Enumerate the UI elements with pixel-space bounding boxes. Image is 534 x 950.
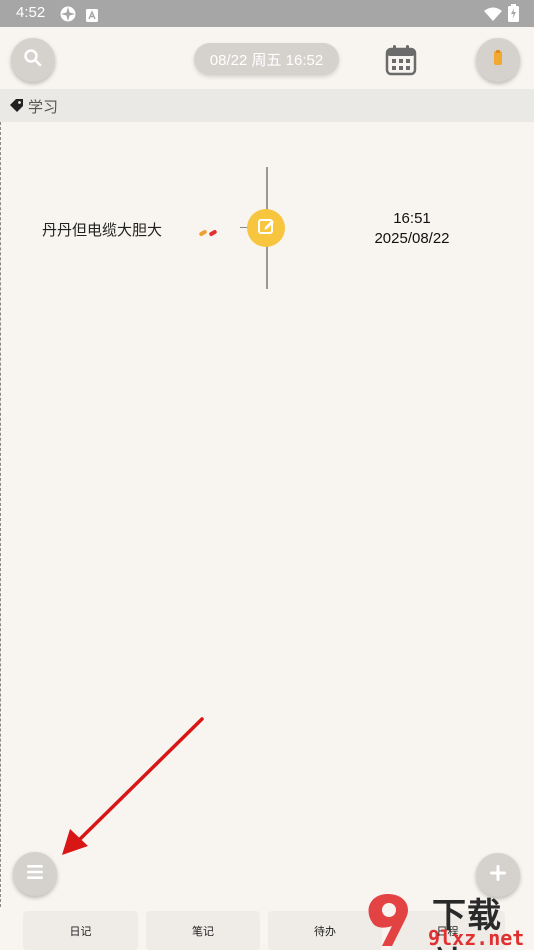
annotation-arrow xyxy=(62,717,204,855)
search-icon xyxy=(23,48,43,72)
tag-icon xyxy=(9,98,24,117)
entry-title[interactable]: 丹丹但电缆大胆大 xyxy=(42,219,162,240)
status-time: 4:52 xyxy=(16,4,46,21)
mood-icons xyxy=(198,223,218,242)
watermark-domain: 9lxz.net xyxy=(428,926,525,950)
entry-timestamp: 16:51 2025/08/22 xyxy=(355,209,469,249)
tab-diary[interactable]: 日记 xyxy=(23,911,138,950)
status-bar: 4:52 xyxy=(0,0,534,27)
date-display[interactable]: 08/22 周五 16:52 xyxy=(194,43,339,75)
search-button[interactable] xyxy=(11,38,55,82)
tab-notes[interactable]: 笔记 xyxy=(146,911,260,950)
wifi-icon xyxy=(484,6,502,25)
entry-time: 16:51 xyxy=(393,210,431,227)
top-bar: 08/22 周五 16:52 xyxy=(0,27,534,89)
entry-date: 2025/08/22 xyxy=(374,230,450,247)
edit-icon xyxy=(256,216,276,240)
app-notification-icon xyxy=(86,7,98,26)
menu-icon xyxy=(26,864,44,884)
tag-bar[interactable]: 学习 xyxy=(0,89,534,122)
calendar-icon[interactable] xyxy=(385,44,417,80)
sync-icon xyxy=(59,5,77,27)
watermark-logo xyxy=(368,894,408,946)
entry-type-badge[interactable] xyxy=(247,209,285,247)
battery-icon xyxy=(508,4,519,26)
bookmark-icon xyxy=(492,50,504,70)
plus-icon xyxy=(489,864,507,886)
timeline-edge xyxy=(0,122,1,907)
watermark: 下载站 9lxz.net xyxy=(362,888,534,950)
tag-label: 学习 xyxy=(28,98,59,116)
menu-button[interactable] xyxy=(13,852,57,896)
bookmark-button[interactable] xyxy=(476,38,520,82)
